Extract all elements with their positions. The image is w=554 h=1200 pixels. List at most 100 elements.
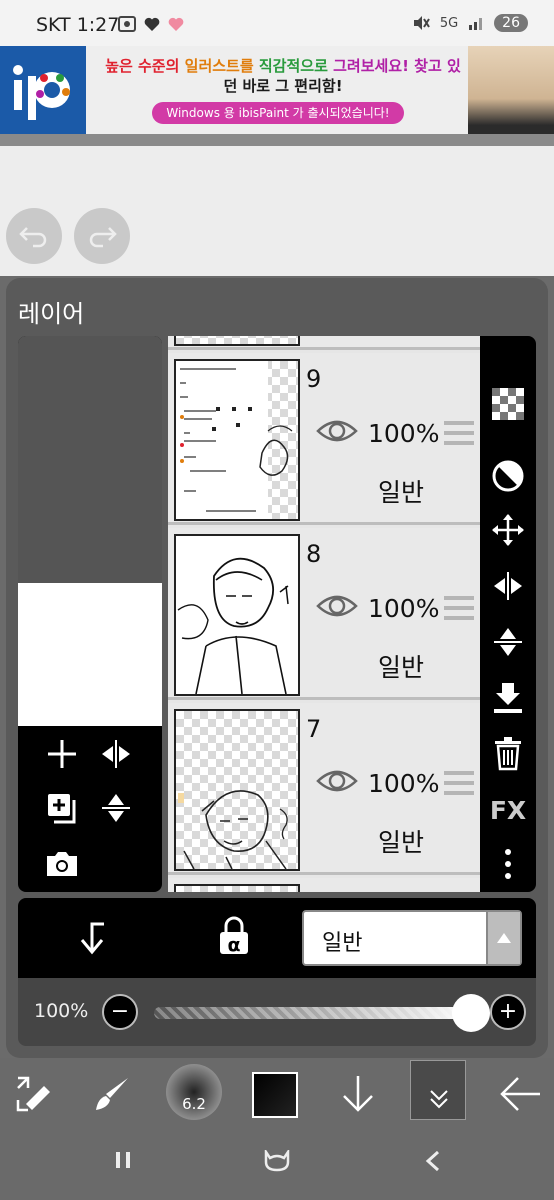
layer-thumbnail — [174, 336, 300, 346]
layer-blend-mode[interactable]: 일반 — [378, 823, 424, 859]
flip-v-layer-button[interactable] — [488, 622, 528, 662]
back-button[interactable] — [496, 1064, 544, 1124]
opacity-control: 100% − + — [18, 978, 536, 1046]
eye-icon — [316, 420, 358, 442]
eye-icon — [316, 595, 358, 617]
move-arrows-icon — [492, 514, 524, 546]
undo-button[interactable] — [6, 208, 62, 264]
clipping-button[interactable] — [488, 456, 528, 496]
alpha-label: α — [227, 934, 241, 956]
layer-panel-button[interactable] — [410, 1060, 466, 1120]
layer-number: 7 — [306, 715, 322, 743]
layer-thumbnail — [174, 359, 300, 521]
transform-tool-button[interactable] — [12, 1064, 56, 1124]
brush-icon — [96, 1078, 128, 1110]
move-button[interactable] — [488, 510, 528, 550]
recent-apps-button[interactable] — [112, 1150, 134, 1170]
layer-row-7[interactable]: 7 100% 일반 — [168, 703, 480, 875]
status-time: SKT 1:27 — [36, 14, 120, 36]
panel-title: 레이어 — [18, 300, 85, 328]
opacity-decrease-button[interactable]: − — [102, 994, 138, 1030]
delete-layer-button[interactable] — [488, 734, 528, 774]
transform-eraser-icon — [16, 1076, 50, 1112]
recent-apps-icon — [116, 1152, 130, 1168]
trash-icon — [495, 737, 521, 771]
merge-down-button[interactable] — [488, 678, 528, 718]
canvas-strip — [0, 134, 554, 146]
system-nav-bar — [0, 1128, 554, 1200]
ibispaint-logo-icon — [13, 65, 70, 120]
half-circle-icon — [492, 460, 524, 492]
layer-row[interactable] — [168, 336, 480, 350]
heart-pink-icon — [168, 17, 184, 31]
drag-handle[interactable] — [444, 421, 474, 451]
camera-button[interactable] — [42, 844, 82, 884]
network-label: 5G — [439, 15, 459, 31]
visibility-toggle[interactable] — [316, 592, 358, 624]
opacity-slider[interactable] — [154, 1007, 474, 1019]
more-options-button[interactable] — [488, 844, 528, 884]
duplicate-layer-button[interactable] — [42, 788, 82, 828]
down-arrow-button[interactable] — [336, 1064, 380, 1124]
ad-headline: 높은 수준의 일러스트를 직감적으로 그려보세요! 찾고 있 던 바로 그 편리… — [105, 57, 461, 95]
home-icon — [264, 1150, 290, 1172]
clipping-toggle[interactable] — [76, 920, 108, 960]
add-layer-button[interactable] — [42, 734, 82, 774]
dropdown-arrow[interactable] — [486, 912, 520, 964]
ad-character-image — [468, 46, 554, 134]
transparency-button[interactable] — [488, 384, 528, 424]
opacity-increase-button[interactable]: + — [490, 994, 526, 1030]
undo-icon — [19, 227, 47, 248]
main-toolbar: 6.2 — [0, 1058, 554, 1128]
layer-opacity[interactable]: 100% — [368, 594, 439, 623]
layer-thumbnail — [174, 534, 300, 696]
visibility-toggle[interactable] — [316, 417, 358, 449]
flip-vertical-icon — [102, 794, 130, 822]
drag-handle[interactable] — [444, 596, 474, 626]
layer-thumbnail — [174, 709, 300, 871]
layer-opacity[interactable]: 100% — [368, 419, 439, 448]
redo-button[interactable] — [74, 208, 130, 264]
layer-number: 9 — [306, 365, 322, 393]
brush-size-button[interactable]: 6.2 — [166, 1064, 222, 1120]
ad-pill[interactable]: Windows 용 ibisPaint 가 출시되었습니다! — [152, 102, 404, 124]
chevron-left-icon — [425, 1150, 440, 1172]
layer-row-9[interactable]: 9 100% 일반 — [168, 353, 480, 525]
flip-horizontal-button[interactable] — [96, 734, 136, 774]
opacity-slider-knob[interactable] — [452, 994, 490, 1032]
flip-horizontal-icon — [494, 572, 522, 600]
flip-horizontal-icon — [102, 740, 130, 768]
plus-icon — [48, 740, 76, 768]
mute-icon — [413, 16, 430, 30]
opacity-label: 100% — [34, 1000, 89, 1022]
layer-row-8[interactable]: 8 100% 일반 — [168, 528, 480, 700]
layer-row[interactable] — [168, 878, 480, 892]
ibispaint-logo — [0, 46, 86, 134]
home-button[interactable] — [262, 1150, 292, 1172]
layer-blend-mode[interactable]: 일반 — [378, 648, 424, 684]
clip-arrow-icon — [80, 922, 104, 955]
blend-mode-value: 일반 — [322, 931, 363, 956]
ad-banner[interactable]: 높은 수준의 일러스트를 직감적으로 그려보세요! 찾고 있 던 바로 그 편리… — [0, 46, 554, 134]
fx-button[interactable]: FX — [488, 790, 528, 830]
nav-back-button[interactable] — [424, 1150, 442, 1172]
layer-blend-mode[interactable]: 일반 — [378, 473, 424, 509]
triangle-up-icon — [497, 933, 511, 943]
copy-layer-icon — [48, 794, 76, 824]
visibility-toggle[interactable] — [316, 767, 358, 799]
color-swatch[interactable] — [252, 1072, 298, 1118]
drag-handle[interactable] — [444, 771, 474, 801]
blend-mode-select[interactable]: 일반 — [302, 910, 522, 966]
brush-tool-button[interactable] — [90, 1064, 134, 1124]
layer-list[interactable]: 9 100% 일반 8 100% 일반 7 100% 일반 — [168, 336, 480, 892]
camera-icon — [47, 852, 77, 876]
layer-opacity[interactable]: 100% — [368, 769, 439, 798]
preview-canvas — [18, 583, 162, 726]
flip-vertical-button[interactable] — [96, 788, 136, 828]
flip-h-layer-button[interactable] — [488, 566, 528, 606]
eye-icon — [316, 770, 358, 792]
status-bar: SKT 1:27 5G 26 — [0, 0, 554, 46]
brush-size-value: 6.2 — [182, 1095, 206, 1113]
checkerboard-icon — [492, 388, 524, 420]
alpha-lock-toggle[interactable]: α — [218, 916, 250, 956]
